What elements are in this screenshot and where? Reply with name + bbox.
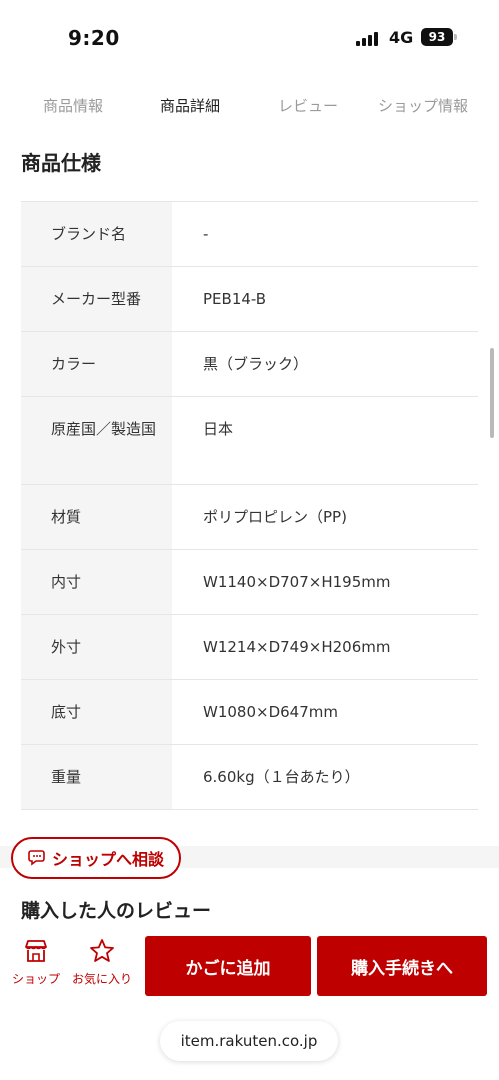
spec-value: 黒（ブラック） [203,355,309,373]
spec-row: カラー 黒（ブラック） [21,332,478,397]
spec-label: メーカー型番 [21,267,172,331]
url-text: item.rakuten.co.jp [180,1032,318,1050]
action-bar: ショップ お気に入り かごに追加 購入手続きへ [0,932,499,1002]
consult-shop-label: ショップへ相談 [51,850,164,869]
spec-label: 原産国／製造国 [21,397,172,484]
battery-icon: 93 [421,28,453,46]
signal-icon [356,30,382,46]
scrollbar[interactable] [490,348,494,438]
spec-label: 重量 [21,745,172,809]
status-bar: 9:20 4G 93 [0,0,499,70]
spec-label: 材質 [21,485,172,549]
battery-tip [454,34,457,40]
add-to-cart-button[interactable]: かごに追加 [145,936,311,996]
spec-label: 内寸 [21,550,172,614]
url-bar[interactable]: item.rakuten.co.jp [160,1021,338,1061]
product-tabs: 商品情報 商品詳細 レビュー ショップ情報 [0,95,499,125]
spec-label: ブランド名 [21,202,172,266]
spec-value: W1080×D647mm [203,703,338,721]
tab-reviews[interactable]: レビュー [278,95,338,116]
shop-label: ショップ [11,972,60,986]
spec-row: 外寸 W1214×D749×H206mm [21,615,478,680]
spec-value: W1214×D749×H206mm [203,638,391,656]
favorite-label: お気に入り [71,972,132,986]
spec-row: 材質 ポリプロピレン（PP) [21,485,478,550]
tab-shop-info[interactable]: ショップ情報 [378,95,468,116]
section-title: 商品仕様 [21,151,101,175]
spec-row: 重量 6.60kg（１台あたり） [21,745,478,810]
spec-value: - [203,225,209,243]
spec-value: 日本 [203,420,234,438]
spec-value: ポリプロピレン（PP) [203,508,347,526]
spec-row: 底寸 W1080×D647mm [21,680,478,745]
spec-label: カラー [21,332,172,396]
spec-row: 原産国／製造国 日本 [21,397,478,485]
tab-product-info[interactable]: 商品情報 [43,95,103,116]
favorite-button[interactable]: お気に入り [69,938,135,987]
shop-button[interactable]: ショップ [3,938,69,987]
spec-value: PEB14-B [203,290,267,308]
spec-row: メーカー型番 PEB14-B [21,267,478,332]
spec-label: 底寸 [21,680,172,744]
tab-product-details[interactable]: 商品詳細 [160,95,220,116]
spec-value: W1140×D707×H195mm [203,573,391,591]
spec-row: 内寸 W1140×D707×H195mm [21,550,478,615]
spec-label: 外寸 [21,615,172,679]
checkout-button[interactable]: 購入手続きへ [317,936,487,996]
spec-value: 6.60kg（１台あたり） [203,768,360,786]
reviews-title: 購入した人のレビュー [21,900,212,922]
star-icon [90,939,114,962]
spec-table: ブランド名 - メーカー型番 PEB14-B カラー 黒（ブラック） 原産国／製… [21,201,478,810]
chat-icon [28,850,45,866]
shop-icon [25,940,47,962]
consult-shop-button[interactable]: ショップへ相談 [11,837,181,879]
network-label: 4G [389,28,414,47]
status-time: 9:20 [68,26,120,50]
spec-row: ブランド名 - [21,202,478,267]
